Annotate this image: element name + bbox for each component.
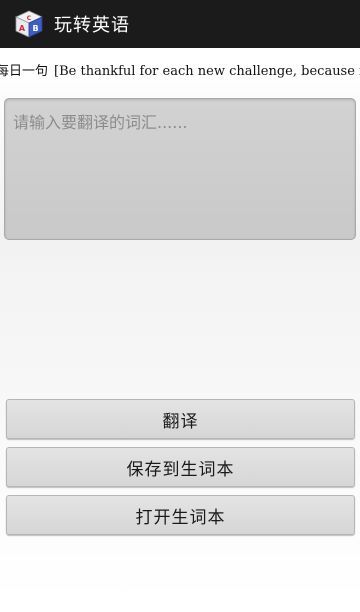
daily-sentence-label: 每日一句 [0,64,49,79]
daily-sentence-text: [Be thankful for each new challenge, bec… [54,64,360,79]
app-title: 玩转英语 [54,15,130,36]
abc-cube-icon: C A B [14,9,44,39]
svg-text:B: B [32,24,38,33]
word-input[interactable] [13,109,347,229]
translate-button[interactable]: 翻译 [6,399,355,439]
daily-sentence-marquee: 每日一句 [Be thankful for each new challenge,… [0,58,360,86]
save-to-wordbook-button[interactable]: 保存到生词本 [6,447,355,487]
svg-text:C: C [27,15,32,22]
open-wordbook-button[interactable]: 打开生词本 [6,495,355,535]
svg-text:A: A [19,24,26,33]
title-bar: C A B 玩转英语 [0,0,360,48]
word-input-box[interactable] [4,98,356,240]
app-screen: C A B 玩转英语 每日一句 [Be thankful for each new… [0,0,360,612]
